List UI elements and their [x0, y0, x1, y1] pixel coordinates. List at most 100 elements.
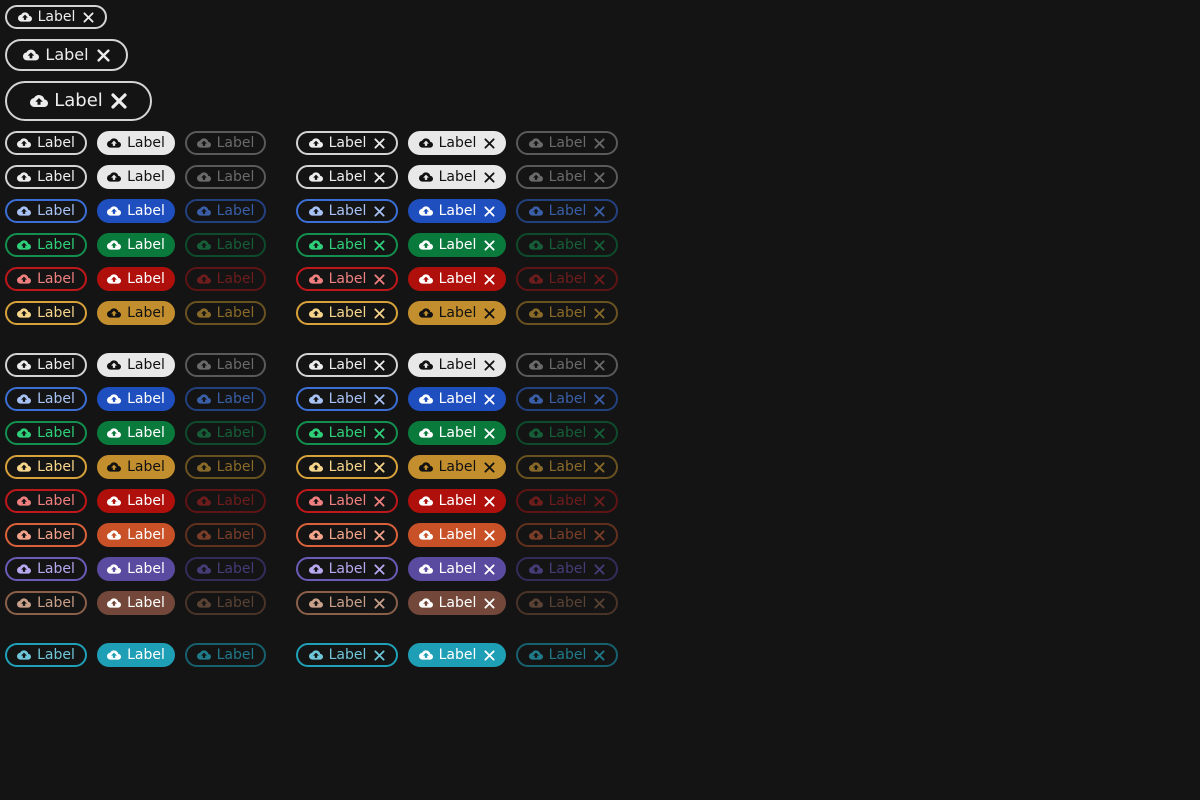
- chip-warning-disabled[interactable]: Label: [185, 455, 266, 479]
- chip-delete-button[interactable]: [484, 649, 495, 661]
- chip-warning-disabled-deletable[interactable]: Label: [516, 301, 618, 325]
- chip-delete-button[interactable]: [594, 273, 605, 285]
- close-icon[interactable]: [374, 273, 385, 285]
- chip-delete-button[interactable]: [594, 649, 605, 661]
- chip-warning-outlined-deletable[interactable]: Label: [296, 455, 398, 479]
- chip-success-outlined-deletable[interactable]: Label: [296, 421, 398, 445]
- chip-delete-button[interactable]: [484, 273, 495, 285]
- chip-warning-outlined[interactable]: Label: [5, 301, 87, 325]
- chip-delete-button[interactable]: [484, 529, 495, 541]
- chip-delete-button[interactable]: [374, 307, 385, 319]
- chip-default-filled-deletable[interactable]: Label: [408, 131, 506, 155]
- chip-success-filled-deletable[interactable]: Label: [408, 421, 506, 445]
- chip-error-disabled-deletable[interactable]: Label: [516, 489, 618, 513]
- chip-error-filled-deletable[interactable]: Label: [408, 489, 506, 513]
- chip-warning-disabled[interactable]: Label: [185, 301, 266, 325]
- chip-delete-button[interactable]: [594, 359, 605, 371]
- chip-error-outlined-deletable[interactable]: Label: [296, 267, 398, 291]
- chip-delete-button[interactable]: [97, 48, 110, 62]
- chip-delete-button[interactable]: [594, 427, 605, 439]
- close-icon[interactable]: [594, 359, 605, 371]
- chip-purple-disabled-deletable[interactable]: Label: [516, 557, 618, 581]
- chip-orange-outlined[interactable]: Label: [5, 523, 87, 547]
- chip-error-filled-deletable[interactable]: Label: [408, 267, 506, 291]
- chip-warning-filled[interactable]: Label: [97, 455, 175, 479]
- close-icon[interactable]: [594, 273, 605, 285]
- chip-delete-button[interactable]: [374, 205, 385, 217]
- chip-delete-button[interactable]: [484, 239, 495, 251]
- chip-primary-outlined[interactable]: Label: [5, 387, 87, 411]
- chip-brown-disabled[interactable]: Label: [185, 591, 266, 615]
- chip-delete-button[interactable]: [374, 529, 385, 541]
- chip-secondary-filled[interactable]: Label: [97, 165, 175, 189]
- chip-primary-outlined[interactable]: Label: [5, 199, 87, 223]
- close-icon[interactable]: [594, 137, 605, 149]
- chip-default-filled[interactable]: Label: [97, 131, 175, 155]
- chip-size-medium[interactable]: Label: [5, 39, 128, 71]
- close-icon[interactable]: [484, 597, 495, 609]
- chip-delete-button[interactable]: [484, 461, 495, 473]
- chip-brown-filled-deletable[interactable]: Label: [408, 591, 506, 615]
- chip-error-disabled[interactable]: Label: [185, 267, 266, 291]
- chip-delete-button[interactable]: [594, 597, 605, 609]
- chip-warning-disabled-deletable[interactable]: Label: [516, 455, 618, 479]
- chip-primary-outlined-deletable[interactable]: Label: [296, 199, 398, 223]
- chip-delete-button[interactable]: [594, 171, 605, 183]
- chip-secondary-outlined[interactable]: Label: [5, 165, 87, 189]
- chip-delete-button[interactable]: [374, 427, 385, 439]
- chip-success-outlined-deletable[interactable]: Label: [296, 233, 398, 257]
- chip-delete-button[interactable]: [594, 137, 605, 149]
- close-icon[interactable]: [374, 461, 385, 473]
- close-icon[interactable]: [484, 307, 495, 319]
- chip-size-large[interactable]: Label: [5, 81, 152, 121]
- chip-default-disabled[interactable]: Label: [185, 131, 266, 155]
- chip-success-disabled-deletable[interactable]: Label: [516, 421, 618, 445]
- close-icon[interactable]: [374, 359, 385, 371]
- chip-success-filled[interactable]: Label: [97, 233, 175, 257]
- chip-orange-disabled[interactable]: Label: [185, 523, 266, 547]
- close-icon[interactable]: [484, 461, 495, 473]
- close-icon[interactable]: [594, 563, 605, 575]
- chip-delete-button[interactable]: [83, 11, 94, 23]
- close-icon[interactable]: [594, 307, 605, 319]
- chip-delete-button[interactable]: [374, 273, 385, 285]
- chip-error-outlined[interactable]: Label: [5, 489, 87, 513]
- chip-delete-button[interactable]: [594, 461, 605, 473]
- close-icon[interactable]: [484, 273, 495, 285]
- chip-primary-filled-deletable[interactable]: Label: [408, 387, 506, 411]
- chip-success-disabled[interactable]: Label: [185, 421, 266, 445]
- chip-delete-button[interactable]: [484, 393, 495, 405]
- chip-secondary-disabled[interactable]: Label: [185, 165, 266, 189]
- close-icon[interactable]: [594, 171, 605, 183]
- close-icon[interactable]: [484, 137, 495, 149]
- close-icon[interactable]: [374, 239, 385, 251]
- chip-delete-button[interactable]: [374, 597, 385, 609]
- chip-cyan-filled-deletable[interactable]: Label: [408, 643, 506, 667]
- chip-delete-button[interactable]: [594, 495, 605, 507]
- chip-purple-disabled[interactable]: Label: [185, 557, 266, 581]
- chip-warning-filled-deletable[interactable]: Label: [408, 301, 506, 325]
- chip-delete-button[interactable]: [594, 563, 605, 575]
- chip-delete-button[interactable]: [374, 649, 385, 661]
- chip-secondary-disabled-deletable[interactable]: Label: [516, 165, 618, 189]
- chip-secondary-disabled[interactable]: Label: [185, 353, 266, 377]
- chip-cyan-disabled[interactable]: Label: [185, 643, 266, 667]
- chip-delete-button[interactable]: [374, 359, 385, 371]
- chip-primary-filled-deletable[interactable]: Label: [408, 199, 506, 223]
- chip-default-outlined[interactable]: Label: [5, 131, 87, 155]
- chip-secondary-outlined-deletable[interactable]: Label: [296, 165, 398, 189]
- close-icon[interactable]: [594, 239, 605, 251]
- close-icon[interactable]: [484, 529, 495, 541]
- close-icon[interactable]: [484, 393, 495, 405]
- close-icon[interactable]: [594, 597, 605, 609]
- close-icon[interactable]: [594, 529, 605, 541]
- chip-delete-button[interactable]: [594, 307, 605, 319]
- chip-error-disabled[interactable]: Label: [185, 489, 266, 513]
- close-icon[interactable]: [374, 563, 385, 575]
- chip-delete-button[interactable]: [111, 93, 127, 109]
- chip-orange-filled[interactable]: Label: [97, 523, 175, 547]
- chip-orange-outlined-deletable[interactable]: Label: [296, 523, 398, 547]
- chip-delete-button[interactable]: [374, 495, 385, 507]
- chip-delete-button[interactable]: [374, 171, 385, 183]
- chip-delete-button[interactable]: [594, 239, 605, 251]
